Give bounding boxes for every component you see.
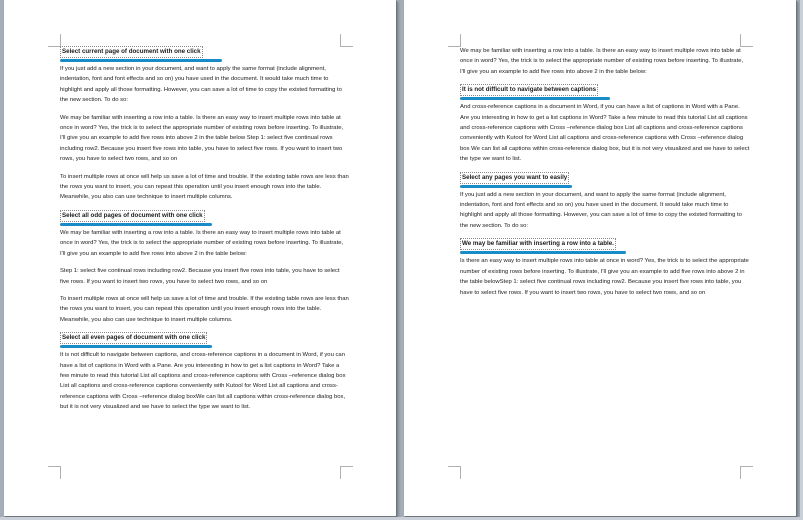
document-viewport: Select current page of document with one… [0, 0, 803, 520]
crop-mark-bottom-right [740, 466, 753, 479]
body-paragraph[interactable]: Is there an easy way to insert multiple … [460, 256, 750, 298]
document-page-2[interactable]: We may be familiar with inserting a row … [404, 0, 796, 516]
section-heading-block: Select current page of document with one… [60, 46, 350, 62]
heading-underline-marker [460, 97, 610, 101]
body-paragraph[interactable]: It is not difficult to navigate between … [60, 350, 350, 412]
body-paragraph[interactable]: If you just add a new section in your do… [60, 64, 350, 106]
heading-underline-marker [60, 59, 222, 62]
body-paragraph[interactable]: We may be familiar with inserting a row … [60, 113, 350, 165]
heading-underline-marker [60, 345, 212, 349]
document-page-1[interactable]: Select current page of document with one… [4, 0, 396, 516]
body-paragraph[interactable]: We may be familiar with inserting a row … [60, 228, 350, 259]
body-paragraph[interactable]: We may be familiar with inserting a row … [460, 46, 750, 77]
section-heading[interactable]: Select all odd pages of document with on… [60, 209, 205, 222]
heading-underline-marker [460, 251, 626, 255]
section-heading-block: Select all even pages of document with o… [60, 332, 350, 349]
crop-mark-bottom-left [448, 466, 461, 479]
body-paragraph[interactable]: Step 1: select five continual rows inclu… [60, 266, 350, 287]
body-paragraph[interactable]: If you just add a new section in your do… [460, 190, 750, 232]
section-heading[interactable]: Select all even pages of document with o… [60, 332, 208, 345]
body-paragraph[interactable]: To insert multiple rows at once will hel… [60, 294, 350, 325]
heading-underline-marker [60, 222, 212, 226]
section-heading-block: It is not difficult to navigate between … [460, 84, 750, 101]
section-heading[interactable]: It is not difficult to navigate between … [460, 84, 599, 97]
crop-mark-bottom-right [340, 466, 353, 479]
heading-underline-marker [460, 184, 572, 188]
section-heading[interactable]: We may be familiar with inserting a row … [460, 238, 616, 251]
section-heading-block: Select all odd pages of document with on… [60, 209, 350, 226]
page-2-body-text[interactable]: We may be familiar with inserting a row … [460, 46, 750, 305]
section-heading[interactable]: Select current page of document with one… [60, 46, 203, 58]
page-1-body-text[interactable]: Select current page of document with one… [60, 46, 350, 420]
body-paragraph[interactable]: To insert multiple rows at once will hel… [60, 172, 350, 203]
body-paragraph[interactable]: And cross-reference captions in a docume… [460, 102, 750, 164]
crop-mark-bottom-left [48, 466, 61, 479]
section-heading[interactable]: Select any pages you want to easily [460, 171, 570, 184]
section-heading-block: We may be familiar with inserting a row … [460, 238, 750, 255]
section-heading-block: Select any pages you want to easily [460, 171, 750, 188]
